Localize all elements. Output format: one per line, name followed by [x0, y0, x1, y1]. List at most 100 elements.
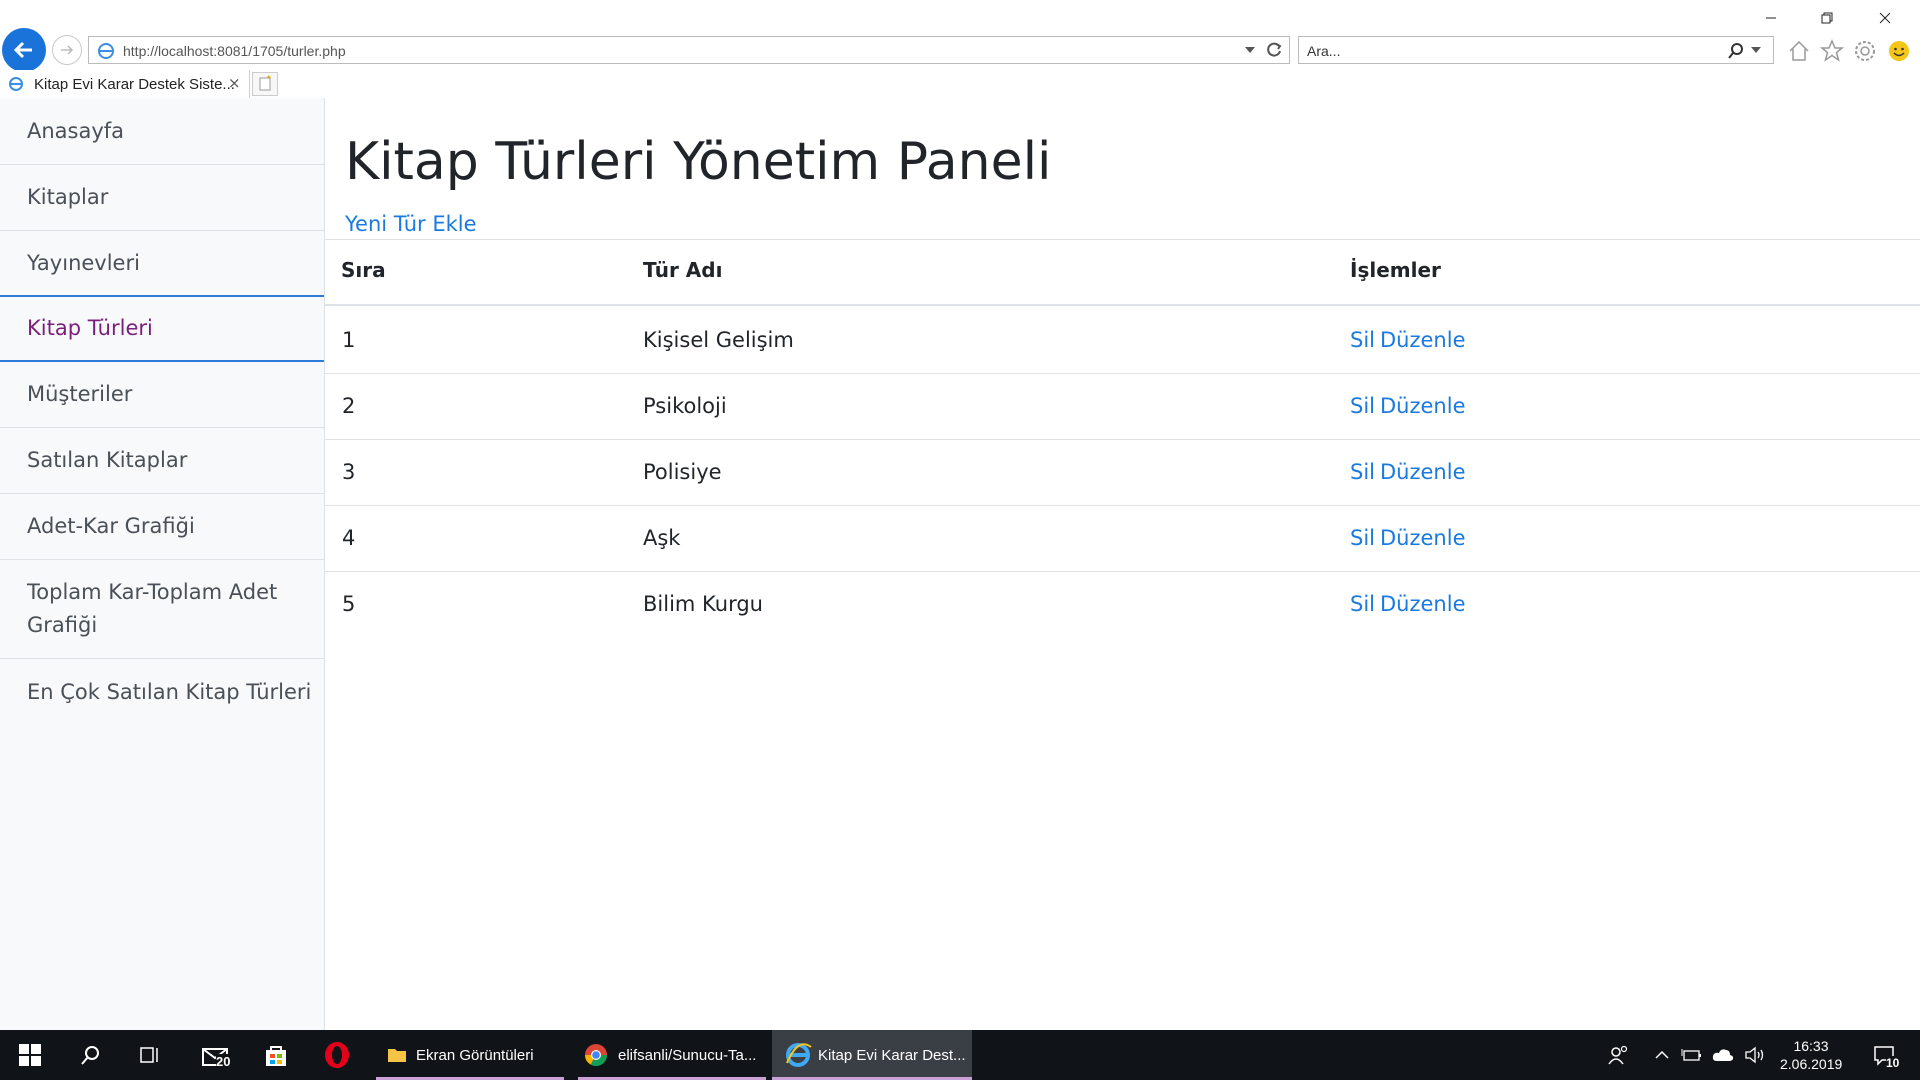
task-view-icon [140, 1047, 158, 1063]
delete-link[interactable]: Sil [1350, 592, 1375, 616]
row-number: 1 [342, 328, 356, 352]
battery-tray-icon[interactable] [1678, 1030, 1706, 1080]
delete-link[interactable]: Sil [1350, 526, 1375, 550]
dropdown-arrow-icon[interactable] [1245, 47, 1255, 55]
edit-link[interactable]: Düzenle [1380, 592, 1466, 616]
browser-tab-active[interactable]: Kitap Evi Karar Destek Siste... × [0, 70, 250, 98]
opera-app-button[interactable] [312, 1030, 362, 1080]
tab-title: Kitap Evi Karar Destek Siste... [34, 76, 235, 93]
search-dropdown-icon[interactable] [1751, 47, 1761, 55]
sidebar-item-musteriler[interactable]: Müşteriler [0, 362, 324, 428]
search-icon[interactable] [1727, 42, 1745, 60]
task-view-button[interactable] [126, 1030, 174, 1080]
people-button[interactable] [1600, 1030, 1636, 1080]
speaker-icon [1745, 1046, 1764, 1064]
internet-explorer-icon [786, 1043, 812, 1067]
row-number: 4 [342, 526, 356, 550]
row-number: 5 [342, 592, 356, 616]
genre-name: Bilim Kurgu [643, 592, 763, 616]
header-tur-adi: Tür Adı [643, 258, 723, 282]
search-placeholder: Ara... [1307, 43, 1341, 59]
sidebar-item-label: Müşteriler [27, 382, 133, 406]
mail-app-button[interactable]: 20 [192, 1030, 240, 1080]
genre-name: Polisiye [643, 460, 722, 484]
taskbar-app-explorer[interactable]: Ekran Görüntüleri [376, 1030, 564, 1080]
row-number: 2 [342, 394, 356, 418]
sidebar-item-label: En Çok Satılan Kitap Türleri [27, 680, 312, 704]
sidebar-item-anasayfa[interactable]: Anasayfa [0, 98, 324, 165]
search-icon [81, 1046, 99, 1065]
sidebar-item-toplam-kar-grafigi[interactable]: Toplam Kar-Toplam Adet Grafiği [0, 560, 324, 659]
tab-close-icon[interactable]: × [228, 74, 241, 92]
system-clock[interactable]: 16:33 2.06.2019 [1780, 1037, 1842, 1073]
chrome-icon [585, 1044, 607, 1066]
chevron-up-icon [1655, 1050, 1669, 1059]
ie-page-icon [98, 43, 114, 59]
sidebar-item-label: Kitap Türleri [27, 316, 153, 340]
edit-link[interactable]: Düzenle [1380, 526, 1466, 550]
opera-icon [325, 1042, 349, 1068]
forward-button[interactable] [52, 35, 82, 65]
home-icon[interactable] [1786, 38, 1812, 64]
sidebar-item-adet-kar-grafigi[interactable]: Adet-Kar Grafiği [0, 494, 324, 560]
action-center-button[interactable]: 10 [1862, 1030, 1906, 1080]
mail-badge: 20 [216, 1054, 231, 1069]
taskbar-app-label: elifsanli/Sunucu-Ta... [618, 1046, 757, 1064]
store-app-button[interactable] [252, 1030, 300, 1080]
browser-chrome: http://localhost:8081/1705/turler.php Ar… [0, 0, 1920, 98]
new-tab-button[interactable] [252, 72, 278, 96]
divider [325, 239, 1920, 240]
cloud-icon [1712, 1049, 1734, 1061]
back-button[interactable] [2, 28, 46, 72]
header-islemler: İşlemler [1350, 258, 1441, 282]
sidebar-item-label: Toplam Kar-Toplam Adet Grafiği [27, 580, 278, 637]
row-divider [325, 373, 1920, 374]
windows-logo-icon [19, 1044, 41, 1066]
add-genre-link[interactable]: Yeni Tür Ekle [345, 212, 477, 236]
restore-button[interactable] [1804, 6, 1850, 30]
taskbar-search-button[interactable] [66, 1030, 114, 1080]
settings-gear-icon[interactable] [1852, 38, 1878, 64]
taskbar-app-label: Kitap Evi Karar Dest... [818, 1046, 966, 1064]
sidebar-item-satilan-kitaplar[interactable]: Satılan Kitaplar [0, 428, 324, 494]
genre-name: Kişisel Gelişim [643, 328, 794, 352]
delete-link[interactable]: Sil [1350, 460, 1375, 484]
row-divider [325, 505, 1920, 506]
refresh-icon[interactable] [1265, 41, 1283, 59]
ie-tab-icon [9, 77, 23, 91]
store-bag-icon [266, 1046, 286, 1066]
address-bar[interactable]: http://localhost:8081/1705/turler.php [88, 36, 1290, 64]
search-box[interactable]: Ara... [1298, 36, 1774, 64]
show-hidden-icons-button[interactable] [1648, 1030, 1676, 1080]
close-window-button[interactable] [1862, 6, 1908, 30]
clock-time: 16:33 [1793, 1038, 1829, 1054]
edit-link[interactable]: Düzenle [1380, 328, 1466, 352]
arrow-right-icon [61, 45, 74, 55]
genre-name: Aşk [643, 526, 681, 550]
sidebar-item-label: Adet-Kar Grafiği [27, 514, 195, 538]
delete-link[interactable]: Sil [1350, 328, 1375, 352]
edit-link[interactable]: Düzenle [1380, 394, 1466, 418]
taskbar-app-chrome[interactable]: elifsanli/Sunucu-Ta... [578, 1030, 766, 1080]
row-number: 3 [342, 460, 356, 484]
battery-icon [1681, 1049, 1701, 1061]
sidebar-item-kitaplar[interactable]: Kitaplar [0, 165, 324, 231]
taskbar-app-ie-active[interactable]: Kitap Evi Karar Dest... [772, 1030, 972, 1080]
volume-tray-icon[interactable] [1740, 1030, 1770, 1080]
minimize-button[interactable] [1748, 6, 1794, 30]
feedback-smiley-icon[interactable] [1886, 38, 1912, 64]
sidebar-item-kitap-turleri[interactable]: Kitap Türleri [0, 295, 324, 362]
onedrive-tray-icon[interactable] [1708, 1030, 1738, 1080]
favorites-star-icon[interactable] [1819, 38, 1845, 64]
row-divider [325, 571, 1920, 572]
edit-link[interactable]: Düzenle [1380, 460, 1466, 484]
sidebar-item-yayinevleri[interactable]: Yayınevleri [0, 231, 324, 297]
new-tab-icon [259, 75, 271, 91]
page-title: Kitap Türleri Yönetim Paneli [345, 132, 1052, 192]
delete-link[interactable]: Sil [1350, 394, 1375, 418]
table-header-divider [325, 304, 1920, 306]
sidebar: Anasayfa Kitaplar Yayınevleri Kitap Türl… [0, 98, 325, 1030]
clock-date: 2.06.2019 [1780, 1056, 1843, 1072]
start-button[interactable] [6, 1030, 54, 1080]
sidebar-item-en-cok-satilan[interactable]: En Çok Satılan Kitap Türleri [0, 659, 324, 726]
